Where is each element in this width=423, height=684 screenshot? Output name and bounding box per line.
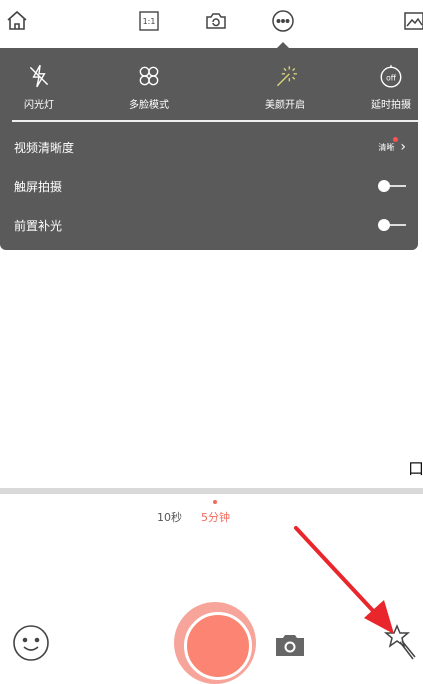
- video-quality-label: 视频清晰度: [14, 140, 75, 155]
- aspect-ratio-label: 1:1: [142, 16, 156, 26]
- smiley-icon: [13, 625, 49, 661]
- magic-wand-icon: [250, 62, 320, 90]
- gallery-icon[interactable]: [401, 8, 423, 34]
- panel-divider: [12, 120, 418, 122]
- new-badge-dot: [393, 136, 399, 142]
- multi-face-label: 多脸模式: [129, 100, 169, 111]
- toggle-knob: [378, 180, 390, 192]
- chevron-right-icon: ›: [400, 139, 406, 155]
- touch-capture-row: 触屏拍摄: [14, 176, 406, 196]
- flash-label: 闪光灯: [24, 100, 54, 111]
- touch-capture-label: 触屏拍摄: [14, 179, 63, 194]
- beauty-mode[interactable]: 美颜开启: [250, 62, 320, 111]
- settings-panel: 闪光灯 多脸模式 美颜开启 off 延时拍摄 视频清晰度 清晰 › 触屏拍摄 前…: [0, 48, 418, 250]
- front-fill-light-label: 前置补光: [14, 218, 63, 233]
- duration-5min[interactable]: 5分钟: [201, 509, 230, 525]
- face-sticker-button[interactable]: [12, 624, 50, 662]
- flash-mode[interactable]: 闪光灯: [4, 62, 74, 111]
- front-fill-light-toggle[interactable]: [378, 219, 406, 231]
- switch-camera-icon[interactable]: [203, 8, 229, 34]
- preview-bottom-divider: [0, 488, 423, 494]
- top-toolbar: 1:1: [0, 0, 423, 42]
- grid-mark[interactable]: 口: [408, 459, 423, 479]
- camera-preview[interactable]: [0, 250, 423, 488]
- svg-text:off: off: [386, 73, 397, 82]
- more-options-icon[interactable]: [270, 8, 296, 34]
- duration-10s[interactable]: 10秒: [157, 509, 182, 525]
- annotation-arrow: [294, 526, 394, 634]
- video-quality-value-text: 清晰: [378, 142, 395, 152]
- toggle-knob: [378, 219, 390, 231]
- timer-mode[interactable]: off 延时拍摄: [356, 62, 423, 111]
- touch-capture-toggle[interactable]: [378, 180, 406, 192]
- front-fill-light-row: 前置补光: [14, 215, 406, 235]
- duration-indicator-dot: [213, 500, 217, 504]
- multi-face-icon: [114, 62, 184, 90]
- beauty-label: 美颜开启: [265, 100, 305, 111]
- video-quality-value: 清晰: [378, 136, 399, 153]
- timer-label: 延时拍摄: [371, 100, 411, 111]
- aspect-ratio-button[interactable]: 1:1: [136, 8, 162, 34]
- video-quality-row[interactable]: 视频清晰度 清晰 ›: [14, 136, 406, 157]
- multi-face-mode[interactable]: 多脸模式: [114, 62, 184, 111]
- flash-icon: [4, 62, 74, 90]
- record-button[interactable]: [184, 612, 252, 680]
- timer-off-icon: off: [356, 62, 423, 90]
- home-icon[interactable]: [4, 8, 30, 34]
